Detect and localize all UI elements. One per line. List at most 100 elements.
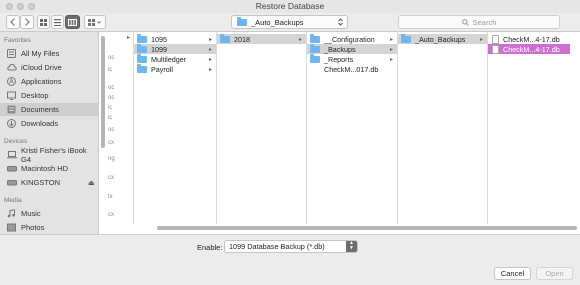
sidebar-item-photos[interactable]: Photos <box>0 221 98 234</box>
all-files-icon <box>7 49 16 58</box>
sidebar-item-downloads[interactable]: Downloads <box>0 117 98 130</box>
grid-icon <box>40 18 47 26</box>
sidebar-item-label: Downloads <box>21 119 59 128</box>
list-item-backups[interactable]: _Backups ▸ <box>307 44 397 54</box>
disclosure-arrow-icon: ▸ <box>126 35 130 41</box>
sidebar-item-macintosh-hd[interactable]: Macintosh HD <box>0 162 98 175</box>
updown-chevron-icon: ▲ ▼ <box>346 241 357 252</box>
enable-label: Enable: <box>197 243 223 252</box>
list-view-button[interactable] <box>51 15 64 29</box>
disclosure-arrow-icon: ▸ <box>208 56 212 63</box>
disclosure-arrow-icon: ▸ <box>208 46 212 53</box>
sidebar-item-desktop[interactable]: Desktop <box>0 89 98 102</box>
sidebar-item-label: Desktop <box>21 91 49 100</box>
file-type-value: 1099 Database Backup (*.db) <box>229 242 325 251</box>
column-auto-backups[interactable]: CheckM...4-17.db CheckM...4-17.db <box>488 32 580 224</box>
laptop-icon <box>7 150 17 159</box>
folder-icon <box>137 64 147 73</box>
truncated-item[interactable]: cx <box>108 175 114 181</box>
sidebar-item-icloud-drive[interactable]: iCloud Drive <box>0 61 98 74</box>
document-icon <box>492 44 499 54</box>
sidebar-item-documents[interactable]: Documents <box>0 103 98 116</box>
item-label: __Configuration <box>324 34 375 44</box>
item-label: _Reports <box>324 54 354 64</box>
horizontal-scrollbar[interactable] <box>157 226 577 230</box>
sidebar-item-applications[interactable]: Applications <box>0 75 98 88</box>
disclosure-arrow-icon: ▸ <box>208 66 212 73</box>
truncated-item[interactable]: oc <box>108 95 114 101</box>
list-item-reports[interactable]: _Reports ▸ <box>307 54 397 64</box>
sidebar-item-label: Music <box>21 209 41 218</box>
updown-chevron-icon <box>338 18 343 26</box>
column-backups[interactable]: _Auto_Backups ▸ <box>398 32 488 224</box>
column-parent[interactable]: 1095 ▸ 1099 ▸ Multiledger ▸ Payroll ▸ <box>134 32 217 224</box>
folder-icon <box>310 34 320 43</box>
list-item-auto-backups[interactable]: _Auto_Backups ▸ <box>398 34 487 44</box>
sidebar-item-all-my-files[interactable]: All My Files <box>0 47 98 60</box>
list-item-db-file[interactable]: CheckM...4-17.db <box>488 34 570 44</box>
harddrive-icon <box>7 164 17 173</box>
forward-button[interactable] <box>20 15 34 29</box>
file-type-select[interactable]: 1099 Database Backup (*.db) ▲ ▼ <box>224 240 358 253</box>
documents-icon <box>7 105 16 114</box>
disclosure-arrow-icon: ▸ <box>389 56 393 63</box>
sidebar-item-kingston[interactable]: KINGSTON ⏏ <box>0 176 98 189</box>
sidebar: Favorites All My Files iCloud Drive Appl… <box>0 32 99 234</box>
arrange-menu-button[interactable] <box>84 15 106 29</box>
item-label: 2018 <box>234 34 250 44</box>
sidebar-item-label: Kristi Fisher's iBook G4 <box>21 145 87 164</box>
vertical-scrollbar[interactable] <box>101 36 105 148</box>
disclosure-arrow-icon: ▸ <box>208 36 212 43</box>
disclosure-arrow-icon: ▸ <box>298 36 302 43</box>
truncated-item[interactable]: ng <box>108 156 115 162</box>
sidebar-heading-favorites: Favorites <box>4 37 31 44</box>
disclosure-arrow-icon: ▸ <box>389 46 393 53</box>
dialog-footer: Enable: 1099 Database Backup (*.db) ▲ ▼ C… <box>0 234 580 285</box>
column-view-button[interactable] <box>65 15 80 29</box>
truncated-item[interactable]: oc <box>108 55 114 61</box>
sidebar-item-music[interactable]: Music <box>0 207 98 220</box>
harddrive-icon <box>7 178 17 187</box>
chevron-left-icon <box>10 18 15 26</box>
list-item-checkm-db[interactable]: CheckM...017.db <box>307 64 397 74</box>
path-popup[interactable]: _Auto_Backups <box>231 15 348 29</box>
truncated-item[interactable]: ic <box>108 115 112 121</box>
music-icon <box>7 209 16 218</box>
list-item-multiledger[interactable]: Multiledger ▸ <box>134 54 216 64</box>
sidebar-item-label: Applications <box>21 77 62 86</box>
cancel-button[interactable]: Cancel <box>494 267 531 280</box>
sidebar-item-label: Macintosh HD <box>21 164 69 173</box>
back-button[interactable] <box>6 15 20 29</box>
truncated-item[interactable]: oc <box>108 127 114 133</box>
icon-view-button[interactable] <box>37 15 50 29</box>
list-item-2018[interactable]: 2018 ▸ <box>217 34 306 44</box>
search-field[interactable]: Search <box>398 15 560 29</box>
column-1099[interactable]: 2018 ▸ <box>217 32 307 224</box>
sidebar-heading-devices: Devices <box>4 138 28 145</box>
item-label: Multiledger <box>151 54 187 64</box>
column-2018[interactable]: __Configuration ▸ _Backups ▸ _Reports ▸ … <box>307 32 398 224</box>
open-button[interactable]: Open <box>536 267 573 280</box>
downloads-icon <box>7 119 16 128</box>
list-item-configuration[interactable]: __Configuration ▸ <box>307 34 397 44</box>
list-item-payroll[interactable]: Payroll ▸ <box>134 64 216 74</box>
column-browser: ▸ oc ic oc oc ic ic oc cx ng cx tx cx 10… <box>99 32 580 234</box>
truncated-item[interactable]: oc <box>108 85 114 91</box>
folder-icon <box>310 54 320 63</box>
cloud-icon <box>7 63 17 72</box>
list-item-1095[interactable]: 1095 ▸ <box>134 34 216 44</box>
truncated-item[interactable]: ic <box>108 105 112 111</box>
eject-icon[interactable]: ⏏ <box>88 179 95 187</box>
truncated-item[interactable]: tx <box>108 194 113 200</box>
truncated-item[interactable]: ic <box>108 67 112 73</box>
title-bar: Restore Database <box>0 0 580 13</box>
folder-icon <box>137 34 147 43</box>
sidebar-item-label: KINGSTON <box>21 178 61 187</box>
list-item-db-file-selected[interactable]: CheckM...4-17.db <box>488 44 570 54</box>
truncated-item[interactable]: cx <box>108 140 114 146</box>
list-item-1099[interactable]: 1099 ▸ <box>134 44 216 54</box>
sidebar-item-ibook[interactable]: Kristi Fisher's iBook G4 <box>0 145 98 164</box>
disclosure-arrow-icon: ▸ <box>389 36 393 43</box>
truncated-item[interactable]: cx <box>108 212 114 218</box>
column-documents[interactable]: ▸ oc ic oc oc ic ic oc cx ng cx tx cx <box>99 32 134 224</box>
